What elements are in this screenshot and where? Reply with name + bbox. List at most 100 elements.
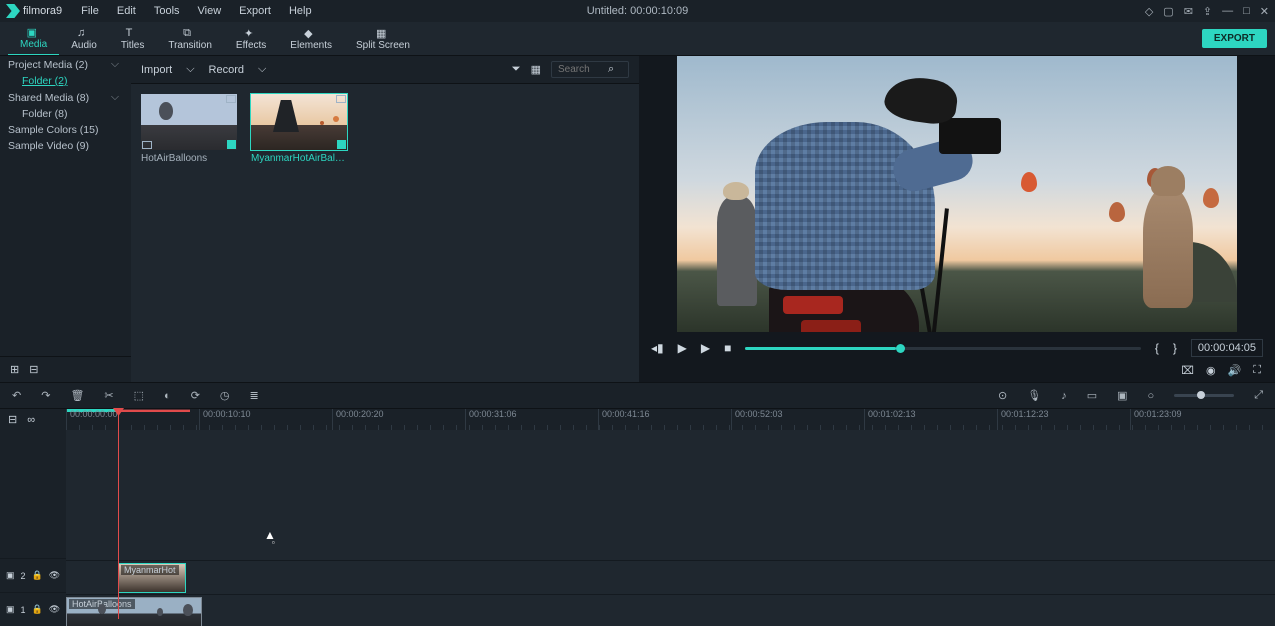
delete-icon[interactable]: 🗑 [70, 389, 84, 402]
undo-icon[interactable]: ↶ [12, 389, 21, 402]
import-dropdown[interactable]: Import⌵ [141, 63, 195, 76]
mixer-icon[interactable]: ♪ [1061, 390, 1067, 402]
record-dropdown[interactable]: Record⌵ [209, 63, 267, 76]
tab-elements[interactable]: ◆Elements [278, 22, 344, 55]
workspace: Project Media (2)⌵ Folder (2) Shared Med… [0, 56, 1275, 382]
chevron-down-icon: ⌵ [258, 63, 266, 76]
sidebar-item-sample-video[interactable]: Sample Video (9) [0, 138, 131, 154]
transition-icon: ⧉ [183, 27, 197, 39]
sidebar-item-shared-media[interactable]: Shared Media (8)⌵ [0, 89, 131, 106]
tab-splitscreen[interactable]: ▦Split Screen [344, 22, 422, 55]
close-icon[interactable]: ✕ [1260, 5, 1269, 18]
track-header-2[interactable]: ▣ 2 🔒 👁 [0, 558, 66, 592]
tab-titles[interactable]: TTitles [109, 22, 157, 55]
media-clip[interactable]: HotAirBalloons [141, 94, 237, 164]
minimize-icon[interactable]: — [1222, 5, 1233, 17]
balloon-icon [1203, 188, 1219, 208]
eye-icon[interactable]: 👁 [49, 570, 60, 581]
document-title: Untitled: 00:00:10:09 [587, 5, 689, 17]
search-input[interactable] [558, 64, 608, 75]
new-folder-icon[interactable]: ⊞ [10, 363, 19, 376]
dot-icon[interactable]: ○ [1148, 390, 1155, 402]
mic-icon[interactable]: 🎙 [1027, 389, 1041, 402]
maximize-icon[interactable]: □ [1243, 5, 1250, 17]
menu-tools[interactable]: Tools [145, 2, 189, 20]
cut-icon[interactable]: ✂ [104, 389, 113, 402]
track-2[interactable]: MyanmarHot [66, 560, 1275, 594]
user-icon[interactable]: ◇ [1145, 5, 1153, 18]
audio-icon: ♫ [77, 27, 91, 39]
speed-icon[interactable]: ⟳ [191, 389, 200, 402]
fullscreen-icon[interactable]: ⛶ [1253, 364, 1261, 378]
lock-icon[interactable]: 🔒 [32, 570, 43, 581]
color-icon[interactable]: ◐ [164, 390, 171, 402]
grid-view-icon[interactable]: ▦ [531, 63, 541, 76]
zoom-fit-icon[interactable]: ⤢ [1254, 389, 1263, 402]
preview-viewport[interactable] [677, 56, 1237, 332]
marker-icon[interactable]: ▭ [1087, 389, 1097, 402]
preview-duration: 00:00:04:05 [1191, 339, 1263, 357]
snapshot-icon[interactable]: ◉ [1206, 364, 1216, 378]
menu-export[interactable]: Export [230, 2, 280, 20]
media-grid: HotAirBalloons MyanmarHotAirBalloons5 [131, 84, 639, 382]
track-1[interactable]: HotAirBalloons [66, 594, 1275, 626]
sidebar-item-folder-8[interactable]: Folder (8) [0, 106, 131, 122]
detach-icon[interactable]: ≣ [250, 389, 259, 402]
link-icon[interactable]: ∞ [27, 414, 35, 426]
crop-icon[interactable]: ⬚ [134, 389, 144, 402]
clip-label: MyanmarHot [121, 565, 179, 575]
sidebar-item-folder-2[interactable]: Folder (2) [0, 73, 131, 89]
search-icon[interactable]: ⌕ [608, 63, 614, 76]
clip-name: HotAirBalloons [141, 153, 237, 164]
preview-controls: ◂▮ ▶ ▶ ■ { } 00:00:04:05 [639, 332, 1275, 364]
tab-media[interactable]: ▣Media [8, 22, 59, 55]
chevron-down-icon: ⌵ [186, 63, 194, 76]
eye-icon[interactable]: 👁 [49, 604, 60, 615]
search-field[interactable]: ⌕ [551, 61, 629, 78]
render-icon[interactable]: ⊙ [998, 389, 1007, 402]
play-button[interactable]: ▶ [678, 341, 687, 355]
playhead[interactable] [118, 409, 119, 619]
volume-icon[interactable]: 🔊 [1228, 364, 1242, 378]
timeline-body[interactable]: ▲▫ MyanmarHot HotAirBalloons [66, 430, 1275, 626]
sidebar-item-project-media[interactable]: Project Media (2)⌵ [0, 56, 131, 73]
export-button[interactable]: EXPORT [1202, 29, 1267, 48]
clip-label: HotAirBalloons [69, 599, 135, 609]
mark-out-button[interactable]: } [1173, 341, 1177, 355]
snap-icon[interactable]: ▣ [1117, 389, 1127, 402]
mail-icon[interactable]: ✉ [1184, 5, 1193, 18]
stop-button[interactable]: ■ [724, 341, 731, 355]
timeline-clip[interactable]: MyanmarHot [118, 563, 186, 593]
titles-icon: T [126, 27, 140, 39]
zoom-slider[interactable] [1174, 394, 1234, 397]
timeline-ruler[interactable]: ⊟ ∞ 00:00:00:0000:00:10:1000:00:20:2000:… [0, 408, 1275, 430]
tab-effects[interactable]: ✦Effects [224, 22, 278, 55]
filter-icon[interactable]: ⏷ [512, 63, 521, 76]
app-logo: filmora9 [6, 4, 62, 18]
menu-edit[interactable]: Edit [108, 2, 145, 20]
ruler-track[interactable]: 00:00:00:0000:00:10:1000:00:20:2000:00:3… [66, 409, 1275, 430]
menu-file[interactable]: File [72, 2, 108, 20]
delete-folder-icon[interactable]: ⊟ [29, 363, 38, 376]
mark-in-button[interactable]: { [1155, 341, 1159, 355]
sidebar-item-sample-colors[interactable]: Sample Colors (15) [0, 122, 131, 138]
save-icon[interactable]: ▢ [1163, 5, 1173, 18]
menu-help[interactable]: Help [280, 2, 321, 20]
prev-frame-button[interactable]: ◂▮ [651, 341, 664, 355]
next-frame-button[interactable]: ▶ [701, 341, 710, 355]
menu-view[interactable]: View [189, 2, 231, 20]
clip-name: MyanmarHotAirBalloons5 [251, 153, 347, 164]
tab-audio[interactable]: ♫Audio [59, 22, 109, 55]
track-header-1[interactable]: ▣ 1 🔒 👁 [0, 592, 66, 626]
keyframe-icon[interactable]: ◷ [220, 389, 230, 402]
lock-icon[interactable]: 🔒 [32, 604, 43, 615]
media-clip[interactable]: MyanmarHotAirBalloons5 [251, 94, 347, 164]
redo-icon[interactable]: ↷ [41, 389, 50, 402]
timeline-clip[interactable]: HotAirBalloons [66, 597, 202, 626]
tab-transition[interactable]: ⧉Transition [156, 22, 224, 55]
cut-track-icon[interactable]: ⊟ [8, 413, 17, 426]
upload-icon[interactable]: ⇪ [1203, 5, 1212, 18]
clip-thumbnail [251, 94, 347, 150]
preview-progress[interactable] [745, 347, 1140, 350]
capture-icon[interactable]: ⌧ [1181, 364, 1194, 378]
